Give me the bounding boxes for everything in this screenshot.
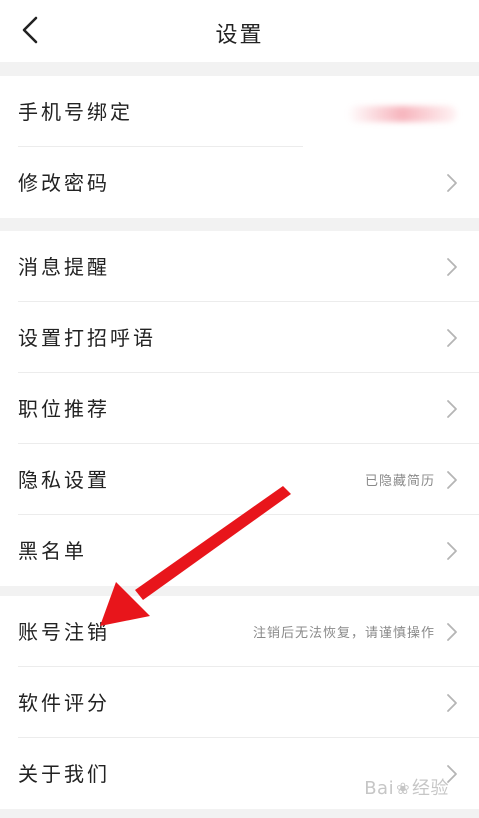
watermark-text-right: 经验 — [412, 778, 449, 799]
settings-item-account-deletion[interactable]: 账号注销 注销后无法恢复，请谨慎操作 — [0, 596, 479, 667]
preferences-group: 消息提醒 设置打招呼语 职位推荐 隐私设置 已隐藏简历 黑名单 — [0, 231, 479, 586]
chevron-right-icon — [447, 623, 457, 641]
settings-item-app-rating[interactable]: 软件评分 — [0, 667, 479, 738]
settings-item-message-reminder[interactable]: 消息提醒 — [0, 231, 479, 302]
settings-item-label: 修改密码 — [18, 171, 110, 195]
settings-item-label: 隐私设置 — [18, 468, 110, 492]
obscured-phone-number — [347, 106, 457, 122]
settings-item-label: 设置打招呼语 — [18, 326, 156, 350]
privacy-status-text: 已隐藏简历 — [364, 474, 435, 489]
chevron-right-icon — [447, 471, 457, 489]
settings-item-change-password[interactable]: 修改密码 — [0, 147, 479, 218]
chevron-right-icon — [447, 174, 457, 192]
settings-item-label: 消息提醒 — [18, 255, 110, 279]
settings-item-blacklist[interactable]: 黑名单 — [0, 515, 479, 586]
chevron-right-icon — [447, 329, 457, 347]
top-nav-bar: 设置 — [0, 0, 479, 62]
settings-item-job-recommendation[interactable]: 职位推荐 — [0, 373, 479, 444]
deletion-warning-text: 注销后无法恢复，请谨慎操作 — [252, 626, 435, 641]
settings-item-phone-binding[interactable]: 手机号绑定 — [0, 76, 479, 147]
chevron-right-icon — [447, 542, 457, 560]
settings-item-label: 软件评分 — [18, 691, 110, 715]
chevron-right-icon — [447, 400, 457, 418]
settings-item-label: 黑名单 — [18, 539, 87, 563]
chevron-right-icon — [447, 258, 457, 276]
watermark: Bai ❀ 经验 — [364, 774, 449, 800]
settings-item-greeting[interactable]: 设置打招呼语 — [0, 302, 479, 373]
account-group: 手机号绑定 修改密码 — [0, 76, 479, 218]
settings-item-label: 手机号绑定 — [18, 100, 133, 124]
chevron-right-icon — [447, 694, 457, 712]
paw-icon: ❀ — [396, 779, 410, 798]
settings-item-label: 职位推荐 — [18, 397, 110, 421]
settings-item-label: 关于我们 — [18, 762, 110, 786]
settings-item-privacy[interactable]: 隐私设置 已隐藏简历 — [0, 444, 479, 515]
watermark-text-left: Bai — [364, 778, 395, 799]
settings-item-label: 账号注销 — [18, 620, 110, 644]
page-title: 设置 — [215, 23, 264, 48]
